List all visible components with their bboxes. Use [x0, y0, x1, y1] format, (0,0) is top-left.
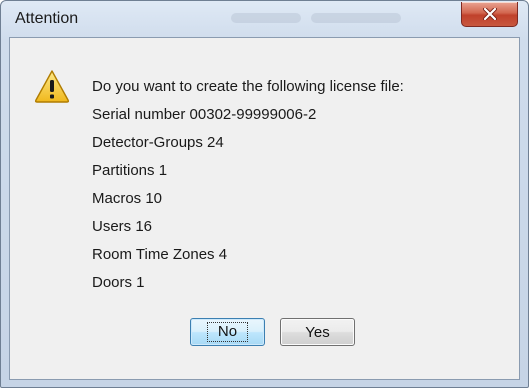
message-text: Do you want to create the following lice…	[92, 73, 511, 297]
button-row: No Yes	[10, 318, 519, 348]
title-bar[interactable]: Attention	[1, 1, 528, 37]
dialog-window: Attention Do you want to create the foll…	[0, 0, 529, 388]
message-line: Users 16	[92, 218, 153, 235]
message-line: Room Time Zones 4	[92, 246, 228, 263]
message-line: Macros 10	[92, 190, 163, 207]
yes-button[interactable]: Yes	[280, 318, 355, 346]
no-button-label: No	[206, 322, 249, 342]
message-line: Serial number 00302-99999006-2	[92, 106, 317, 123]
window-title: Attention	[15, 10, 79, 27]
title-bar-blur	[231, 13, 301, 23]
no-button[interactable]: No	[190, 318, 265, 346]
warning-icon	[34, 70, 70, 103]
message-line: Partitions 1	[92, 162, 168, 179]
close-button[interactable]	[461, 2, 518, 27]
title-bar-blur	[311, 13, 401, 23]
dialog-body: Do you want to create the following lice…	[9, 37, 520, 380]
message-line: Do you want to create the following lice…	[92, 78, 404, 95]
message-line: Doors 1	[92, 274, 145, 291]
message-line: Detector-Groups 24	[92, 134, 224, 151]
yes-button-label: Yes	[305, 323, 330, 341]
close-icon	[482, 8, 497, 20]
